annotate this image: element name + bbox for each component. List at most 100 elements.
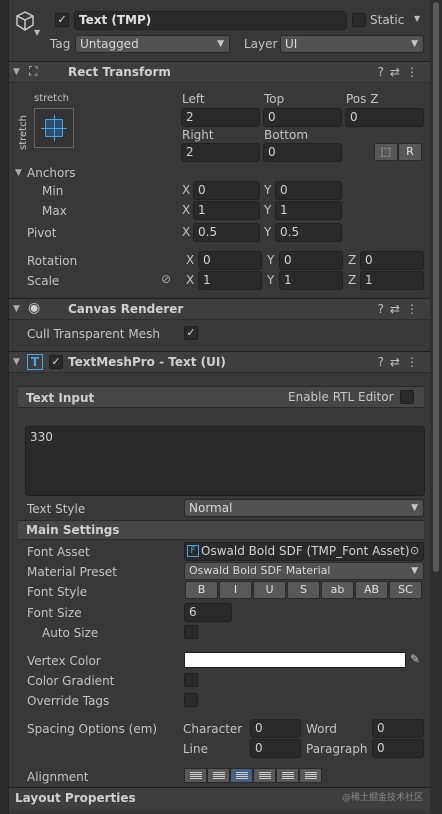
chevron-down-icon: ▼ <box>411 39 418 49</box>
left-field[interactable]: 2 <box>181 108 260 127</box>
max-x-field[interactable]: 1 <box>193 201 260 220</box>
word-label: Word <box>306 722 337 736</box>
align-right-button[interactable] <box>230 768 253 783</box>
text-input-area[interactable]: 330 <box>25 426 425 496</box>
line-field[interactable]: 0 <box>250 739 301 758</box>
min-y-field[interactable]: 0 <box>275 181 342 200</box>
layer-dropdown[interactable]: UI ▼ <box>280 35 424 53</box>
chevron-down-icon: ▼ <box>217 39 224 49</box>
align-left-button[interactable] <box>184 768 207 783</box>
uppercase-button[interactable]: AB <box>355 581 388 599</box>
cull-transparent-mesh-checkbox[interactable]: ✓ <box>184 326 198 340</box>
min-x-field[interactable]: 0 <box>193 181 260 200</box>
scale-y-field[interactable]: 1 <box>279 271 343 290</box>
component-header-icons[interactable]: ?⇄⋮ <box>378 355 424 369</box>
align-center-icon <box>213 772 225 780</box>
word-field[interactable]: 0 <box>372 719 424 738</box>
component-header-icons[interactable]: ?⇄⋮ <box>378 302 424 316</box>
align-right-icon <box>236 772 248 780</box>
character-field[interactable]: 0 <box>250 719 301 738</box>
text-style-value: Normal <box>189 501 233 515</box>
right-field[interactable]: 2 <box>181 143 260 162</box>
right-label: Right <box>182 128 214 142</box>
static-checkbox[interactable] <box>352 13 366 27</box>
align-geometry-center-button[interactable] <box>299 768 322 783</box>
gameobject-icon-dropdown-arrow[interactable]: ▼ <box>34 28 40 37</box>
scale-x-field[interactable]: 1 <box>198 271 262 290</box>
max-y-field[interactable]: 1 <box>275 201 342 220</box>
gameobject-name-field[interactable]: Text (TMP) <box>74 11 347 30</box>
rtl-editor-checkbox[interactable] <box>400 390 414 404</box>
align-justified-icon <box>259 772 271 780</box>
underline-button[interactable]: U <box>253 581 286 599</box>
pivot-x-field[interactable]: 0.5 <box>193 223 260 242</box>
rect-transform-title: Rect Transform <box>68 65 171 79</box>
link-scale-icon[interactable]: ⊘ <box>161 272 171 286</box>
text-style-dropdown[interactable]: Normal ▼ <box>184 499 424 517</box>
spacing-options-label: Spacing Options (em) <box>27 722 158 736</box>
italic-button[interactable]: I <box>219 581 252 599</box>
override-tags-checkbox[interactable] <box>184 693 198 707</box>
material-preset-value: Oswald Bold SDF Material <box>189 564 331 577</box>
font-asset-icon: F <box>187 545 199 557</box>
foldout-icon[interactable]: ▼ <box>13 304 20 314</box>
color-gradient-checkbox[interactable] <box>184 673 198 687</box>
max-label: Max <box>42 204 67 218</box>
font-size-field[interactable]: 6 <box>184 603 232 622</box>
color-gradient-label: Color Gradient <box>27 674 115 688</box>
align-center-button[interactable] <box>207 768 230 783</box>
layer-label: Layer <box>244 37 278 51</box>
scale-z-field[interactable]: 1 <box>360 271 424 290</box>
pivot-x-label: X <box>182 225 191 239</box>
tag-value: Untagged <box>80 37 139 51</box>
gameobject-active-checkbox[interactable]: ✓ <box>55 13 69 27</box>
line-label: Line <box>183 742 209 756</box>
text-style-label: Text Style <box>27 502 86 516</box>
blueprint-mode-button[interactable]: ⬚ <box>374 143 398 161</box>
anchor-preset-button[interactable] <box>34 108 74 148</box>
font-style-label: Font Style <box>27 585 88 599</box>
rect-transform-header[interactable]: ▼ ⛶ Rect Transform ?⇄⋮ <box>9 61 430 83</box>
smallcaps-button[interactable]: SC <box>389 581 422 599</box>
scrollbar-thumb[interactable] <box>433 2 439 572</box>
anchors-foldout-icon[interactable]: ▼ <box>15 168 22 178</box>
cull-transparent-mesh-label: Cull Transparent Mesh <box>27 327 160 341</box>
rot-z-field[interactable]: 0 <box>360 251 424 270</box>
canvas-renderer-header[interactable]: ▼ ◉ Canvas Renderer ?⇄⋮ <box>9 298 430 320</box>
textmeshpro-enabled-checkbox[interactable]: ✓ <box>49 355 63 369</box>
rect-transform-icon: ⛶ <box>29 64 38 78</box>
auto-size-label: Auto Size <box>42 626 99 640</box>
bold-button[interactable]: B <box>185 581 218 599</box>
top-label: Top <box>264 92 285 106</box>
component-header-icons[interactable]: ?⇄⋮ <box>378 65 424 79</box>
eyedropper-icon[interactable]: ✎ <box>410 652 420 666</box>
material-preset-dropdown[interactable]: Oswald Bold SDF Material ▼ <box>184 562 424 580</box>
bottom-field[interactable]: 0 <box>263 143 342 162</box>
align-justified-button[interactable] <box>253 768 276 783</box>
rot-x-field[interactable]: 0 <box>198 251 262 270</box>
raw-edit-button[interactable]: R <box>398 143 422 161</box>
object-picker-icon[interactable]: ⊙ <box>410 544 419 557</box>
static-dropdown-arrow[interactable]: ▼ <box>414 14 420 23</box>
max-y-label: Y <box>264 203 272 217</box>
scale-z-label: Z <box>348 273 357 287</box>
strikethrough-button[interactable]: S <box>287 581 320 599</box>
vertex-color-swatch[interactable] <box>184 652 406 668</box>
auto-size-checkbox[interactable] <box>184 625 198 639</box>
tag-dropdown[interactable]: Untagged ▼ <box>75 35 230 53</box>
align-flush-icon <box>282 772 294 780</box>
rot-y-label: Y <box>267 253 275 267</box>
foldout-icon[interactable]: ▼ <box>13 357 20 367</box>
watermark-text: @稀土掘金技术社区 <box>342 793 424 803</box>
paragraph-field[interactable]: 0 <box>372 739 424 758</box>
font-asset-field[interactable]: F Oswald Bold SDF (TMP_Font Asset) <box>184 542 424 561</box>
top-field[interactable]: 0 <box>263 108 342 127</box>
foldout-icon[interactable]: ▼ <box>13 67 20 77</box>
align-flush-button[interactable] <box>276 768 299 783</box>
pivot-y-field[interactable]: 0.5 <box>275 223 342 242</box>
lowercase-button[interactable]: ab <box>321 581 354 599</box>
align-geometry-center-icon <box>305 772 317 780</box>
textmeshpro-header[interactable]: ▼ T ✓ TextMeshPro - Text (UI) ?⇄⋮ <box>9 351 430 373</box>
posz-field[interactable]: 0 <box>345 108 424 127</box>
rot-y-field[interactable]: 0 <box>279 251 343 270</box>
